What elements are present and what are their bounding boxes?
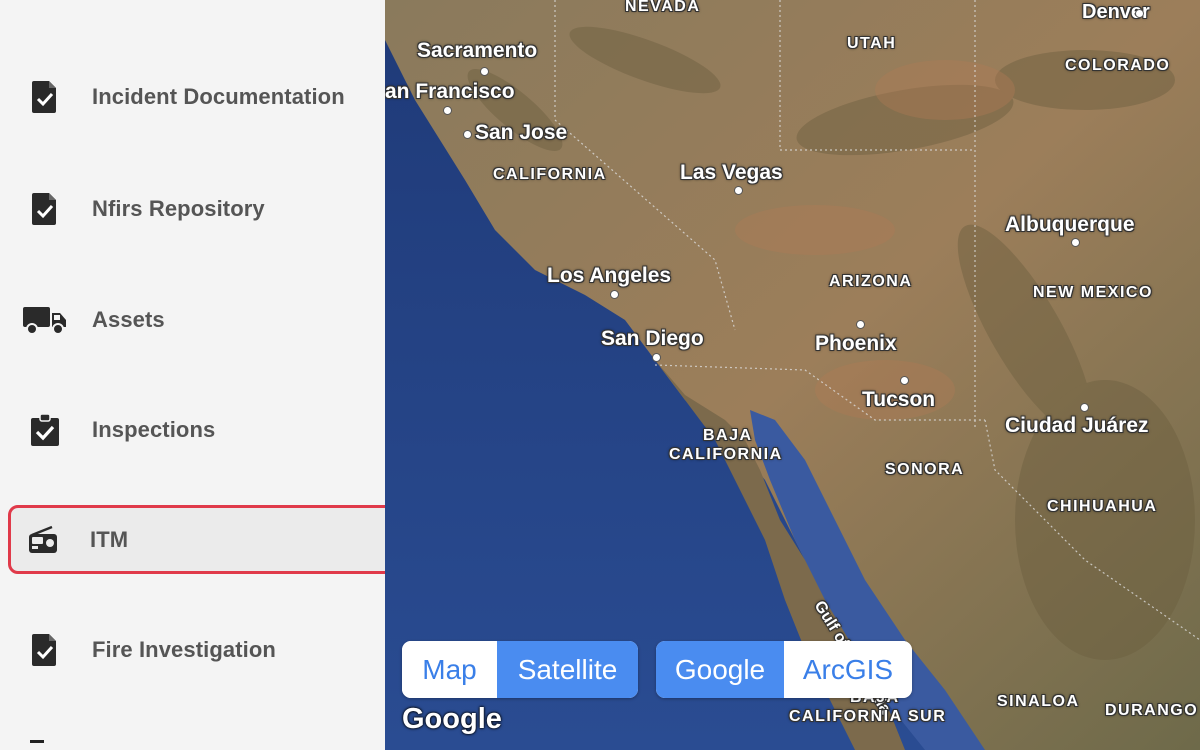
city-marker xyxy=(900,376,909,385)
map-label-nevada: NEVADA xyxy=(625,0,701,15)
sidebar-item-label: Incident Documentation xyxy=(92,84,345,109)
map-label-san-diego: San Diego xyxy=(601,327,704,350)
sidebar-item-fire-investigation[interactable]: Fire Investigation xyxy=(10,617,404,683)
sidebar-item-label: Fire Investigation xyxy=(92,637,276,662)
map-label-sonora: SONORA xyxy=(885,461,965,478)
google-provider-button[interactable]: Google xyxy=(656,641,784,698)
sidebar-item-label: Inspections xyxy=(92,417,216,442)
city-marker xyxy=(1071,238,1080,247)
sidebar-item-nfirs-repository[interactable]: Nfirs Repository xyxy=(10,176,404,242)
city-marker xyxy=(734,186,743,195)
sidebar-item-label: ITM xyxy=(90,526,129,552)
map-label-california: CALIFORNIA xyxy=(493,166,607,183)
partial-icon xyxy=(30,740,44,750)
file-check-icon xyxy=(22,77,68,117)
map-label-sacramento: Sacramento xyxy=(417,39,538,62)
sidebar-item-incident-documentation[interactable]: Incident Documentation xyxy=(10,64,404,130)
city-marker xyxy=(443,106,452,115)
map-button[interactable]: Map xyxy=(402,641,497,698)
sidebar-item-inspections[interactable]: Inspections xyxy=(10,397,404,463)
sidebar-item-itm[interactable]: ITM xyxy=(8,505,402,574)
file-check-icon xyxy=(22,630,68,670)
map-label-chihuahua: CHIHUAHUA xyxy=(1047,498,1158,515)
map-label-durango: DURANGO xyxy=(1105,702,1199,719)
sidebar-item-assets[interactable]: Assets xyxy=(10,287,404,353)
satellite-button[interactable]: Satellite xyxy=(497,641,638,698)
city-marker xyxy=(480,67,489,76)
map-label-san-francisco: an Francisco xyxy=(385,80,515,103)
map-label-new-mexico: NEW MEXICO xyxy=(1033,284,1153,301)
map-label-albuquerque: Albuquerque xyxy=(1005,213,1135,236)
map-label-sinaloa: SINALOA xyxy=(997,693,1080,710)
sidebar-item-label: Assets xyxy=(92,307,165,332)
map-label-colorado: COLORADO xyxy=(1065,57,1171,74)
city-marker xyxy=(1080,403,1089,412)
map-provider-toggle: Google ArcGIS xyxy=(656,641,912,698)
sidebar-nav: Incident Documentation Nfirs Repository … xyxy=(0,0,402,750)
map-type-toggle: Map Satellite xyxy=(402,641,638,698)
map-label-baja-california: CALIFORNIA xyxy=(669,446,783,463)
radio-icon xyxy=(20,520,66,560)
map-label-california-sur: CALIFORNIA SUR xyxy=(789,708,947,725)
file-check-icon xyxy=(22,189,68,229)
truck-icon xyxy=(22,300,68,340)
city-marker xyxy=(856,320,865,329)
city-marker xyxy=(610,290,619,299)
map-label-los-angeles: Los Angeles xyxy=(547,264,672,287)
map-label-tucson: Tucson xyxy=(862,388,936,411)
city-marker xyxy=(463,130,472,139)
map-label-san-jose: San Jose xyxy=(475,121,568,144)
satellite-terrain xyxy=(385,0,1200,750)
city-marker xyxy=(652,353,661,362)
map-label-utah: UTAH xyxy=(847,35,897,52)
map-label-las-vegas: Las Vegas xyxy=(680,161,783,184)
arcgis-provider-button[interactable]: ArcGIS xyxy=(784,641,912,698)
city-marker xyxy=(1135,9,1144,18)
map-label-phoenix: Phoenix xyxy=(815,332,897,355)
map-label-arizona: ARIZONA xyxy=(829,273,913,290)
google-attribution-logo: Google xyxy=(402,703,502,735)
map-label-ciudad-juarez: Ciudad Juárez xyxy=(1005,414,1149,437)
map-view[interactable]: NEVADA Denver UTAH COLORADO Sacramento a… xyxy=(385,0,1200,750)
sidebar-item-label: Nfirs Repository xyxy=(92,196,265,221)
clipboard-check-icon xyxy=(22,410,68,450)
map-label-baja: BAJA xyxy=(703,427,753,444)
